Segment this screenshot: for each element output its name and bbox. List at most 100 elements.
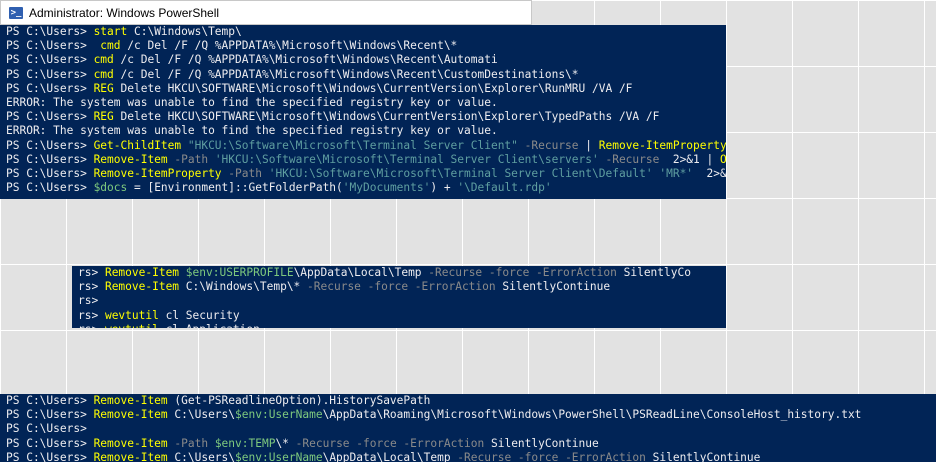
console-token-txt: PS C:\Users> — [6, 53, 94, 67]
console-line: PS C:\Users> Remove-Item C:\Users\$env:U… — [6, 408, 936, 422]
console-token-txt: rs> — [78, 308, 105, 322]
console-line: rs> Remove-Item C:\Windows\Temp\* -Recur… — [78, 280, 726, 294]
console-line: PS C:\Users> Remove-Item C:\Users\$env:U… — [6, 451, 936, 462]
window-title: Administrator: Windows PowerShell — [29, 5, 220, 20]
console-token-txt: PS C:\Users> — [6, 166, 94, 180]
console-token-str: "HKCU:\Software\Microsoft\Terminal Serve… — [187, 138, 525, 152]
console-token-txt: PS C:\Users> — [6, 138, 94, 152]
console-token-cmd: Remove-Item — [93, 436, 175, 450]
console-line: PS C:\Users> $docs = [Environment]::GetF… — [6, 181, 726, 195]
console-line: PS C:\Users> cmd /c Del /F /Q %APPDATA%\… — [6, 68, 726, 82]
console-token-txt: \AppData\Roaming\Microsoft\Windows\Power… — [322, 408, 862, 422]
console-token-txt: PS C:\Users> — [6, 39, 101, 53]
console-token-txt: /c Del /F /Q %APPDATA%\Microsoft\Windows… — [120, 67, 579, 81]
console-token-txt: 2>&1 | — [706, 166, 726, 180]
console-output-block-middle[interactable]: rs> Remove-Item $env:USERPROFILE\AppData… — [72, 266, 726, 328]
console-token-cmd: wevtutil — [105, 323, 166, 328]
console-token-txt: rs> — [78, 294, 99, 308]
console-token-cmd: Get-ChildItem — [93, 138, 188, 152]
console-token-cmd: start — [93, 25, 134, 38]
console-line: ERROR: The system was unable to find the… — [6, 124, 726, 138]
console-line: ERROR: The system was unable to find the… — [6, 96, 726, 110]
console-line: PS C:\Users> cmd /c Del /F /Q %APPDATA%\… — [6, 53, 726, 67]
console-token-txt: ERROR: The system was unable to find the… — [6, 95, 498, 109]
console-token-txt: \AppData\Local\Temp — [322, 450, 458, 462]
console-token-txt: PS C:\Users> — [6, 25, 94, 38]
console-token-txt: SilentlyContinue — [502, 280, 611, 294]
console-token-cmd: Remove-Item — [93, 450, 175, 462]
console-token-txt: \AppData\Local\Temp — [293, 266, 429, 279]
console-token-var: $env:UserName — [235, 408, 323, 422]
console-token-str: '\Default.rdp' — [457, 181, 552, 195]
console-token-var: $env:UserName — [235, 450, 323, 462]
console-token-txt: PS C:\Users> — [6, 181, 94, 195]
console-token-cmd: cmd — [93, 53, 121, 67]
console-token-txt: C:\Windows\Temp\ — [133, 25, 242, 38]
console-token-txt: C:\Windows\Temp\* — [185, 280, 308, 294]
console-token-txt: cl Security — [165, 308, 240, 322]
console-token-txt: rs> — [78, 280, 105, 294]
console-token-txt: SilentlyCo — [623, 266, 691, 279]
console-token-txt: PS C:\Users> — [6, 450, 94, 462]
console-token-par: -Path — [174, 436, 215, 450]
console-token-cmd: Remove-Item — [104, 280, 186, 294]
console-token-cmd: cmd — [93, 67, 121, 81]
console-token-par: -Recurse — [605, 152, 673, 166]
console-line: PS C:\Users> Remove-Item (Get-PSReadline… — [6, 394, 936, 408]
console-token-par: -Recurse -force -ErrorAction — [428, 266, 624, 279]
console-token-par: -Path — [174, 152, 215, 166]
console-token-txt: /c Del /F /Q %APPDATA%\Microsoft\Windows… — [120, 53, 498, 67]
console-token-par: -Path — [228, 166, 269, 180]
console-token-par: -Recurse -force -ErrorAction — [295, 436, 491, 450]
console-token-txt: rs> — [78, 266, 105, 279]
console-output-block-top[interactable]: PS C:\Users> start C:\Windows\Temp\ PS C:… — [0, 25, 726, 199]
console-token-txt: PS C:\Users> — [6, 152, 94, 166]
window-titlebar[interactable]: >_ Administrator: Windows PowerShell — [0, 0, 532, 25]
console-line: rs> wevtutil cl Security — [78, 309, 726, 323]
console-token-txt: PS C:\Users> — [6, 422, 87, 436]
console-token-cmd: Remove-ItemProperty — [93, 166, 229, 180]
console-line: PS C:\Users> — [6, 422, 936, 436]
console-line: PS C:\Users> Remove-ItemProperty -Path '… — [6, 167, 726, 181]
console-line: PS C:\Users> start C:\Windows\Temp\ — [6, 25, 726, 39]
console-token-cmd: REG — [93, 110, 121, 124]
console-line: PS C:\Users> cmd /c Del /F /Q %APPDATA%\… — [6, 39, 726, 53]
console-token-var: $env:TEMP — [214, 436, 276, 450]
console-token-var: $docs — [93, 181, 134, 195]
console-token-txt: C:\Users\ — [174, 408, 236, 422]
console-token-cmd: REG — [93, 81, 121, 95]
console-token-str: 'MyDocuments' — [342, 181, 431, 195]
console-token-par: -Recurse -force -ErrorAction — [457, 450, 653, 462]
console-token-txt: Delete HKCU\SOFTWARE\Microsoft\Windows\C… — [120, 110, 660, 124]
console-token-cmd: Remove-ItemProperty — [598, 138, 726, 152]
console-line: rs> wevtutil cl Application — [78, 323, 726, 328]
console-line: PS C:\Users> REG Delete HKCU\SOFTWARE\Mi… — [6, 82, 726, 96]
console-token-txt: 2>&1 | — [672, 152, 720, 166]
console-token-cmd: Remove-Item — [104, 266, 186, 279]
console-token-cmd: cmd — [100, 39, 128, 53]
console-token-txt: PS C:\Users> — [6, 408, 94, 422]
console-token-txt: PS C:\Users> — [6, 110, 94, 124]
console-token-txt: cl Application — [166, 323, 260, 328]
console-line: PS C:\Users> REG Delete HKCU\SOFTWARE\Mi… — [6, 110, 726, 124]
console-token-txt: PS C:\Users> — [6, 81, 94, 95]
console-token-cmd: Remove-Item — [93, 394, 175, 407]
console-token-txt: ERROR: The system was unable to find the… — [6, 124, 498, 138]
console-token-txt: C:\Users\ — [174, 450, 236, 462]
console-token-txt: PS C:\Users> — [6, 436, 94, 450]
console-token-txt: = [Environment]::GetFolderPath( — [133, 181, 343, 195]
console-output-block-bottom[interactable]: PS C:\Users> Remove-Item (Get-PSReadline… — [0, 394, 936, 462]
console-line: PS C:\Users> Get-ChildItem "HKCU:\Softwa… — [6, 139, 726, 153]
console-token-txt: Delete HKCU\SOFTWARE\Microsoft\Windows\C… — [120, 81, 633, 95]
console-token-str: 'HKCU:\Software\Microsoft\Terminal Serve… — [214, 152, 606, 166]
console-token-cmd: wevtutil — [104, 308, 166, 322]
console-line: PS C:\Users> Remove-Item -Path 'HKCU:\So… — [6, 153, 726, 167]
console-token-txt: | — [585, 138, 599, 152]
console-token-txt: SilentlyContinue — [652, 450, 761, 462]
console-token-var: $env:USERPROFILE — [185, 266, 294, 279]
console-token-txt: \* — [275, 436, 296, 450]
console-token-txt: PS C:\Users> — [6, 67, 94, 81]
console-token-par: -Recurse -force -ErrorAction — [307, 280, 503, 294]
console-token-txt: ) + — [430, 181, 458, 195]
console-token-cmd: Remove-Item — [93, 152, 175, 166]
